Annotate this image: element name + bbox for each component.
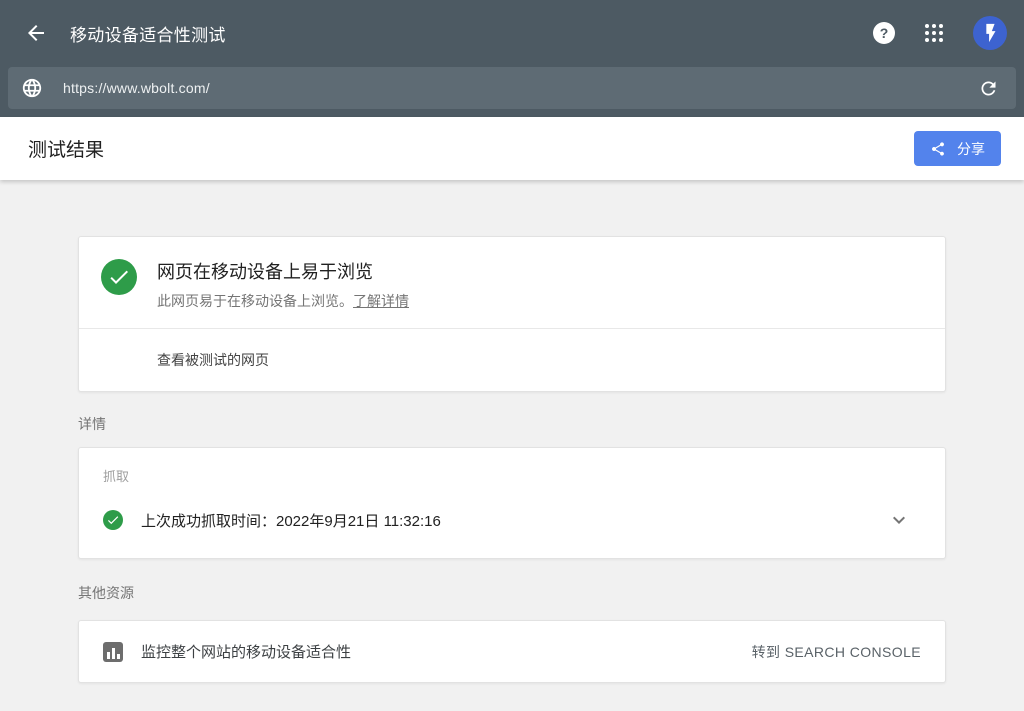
- resources-card: 监控整个网站的移动设备适合性 转到 SEARCH CONSOLE: [78, 620, 946, 683]
- result-title: 网页在移动设备上易于浏览: [157, 260, 409, 284]
- result-subtitle: 此网页易于在移动设备上浏览。了解详情: [157, 291, 409, 311]
- view-tested-page-row[interactable]: 查看被测试的网页: [79, 329, 945, 391]
- url-bar[interactable]: https://www.wbolt.com/: [8, 67, 1016, 109]
- share-button-label: 分享: [957, 139, 985, 159]
- crawl-status-text: 上次成功抓取时间：2022年9月21日 11:32:16: [141, 510, 441, 531]
- results-titlebar: 测试结果 分享: [0, 117, 1024, 180]
- bar-chart-icon: [103, 642, 123, 662]
- result-card: 网页在移动设备上易于浏览 此网页易于在移动设备上浏览。了解详情 查看被测试的网页: [78, 236, 946, 392]
- app-header: 移动设备适合性测试 ? https://www.wbolt.com/: [0, 0, 1024, 117]
- content-area: 网页在移动设备上易于浏览 此网页易于在移动设备上浏览。了解详情 查看被测试的网页…: [0, 180, 1024, 683]
- globe-icon: [21, 77, 43, 99]
- appbar-top-row: 移动设备适合性测试 ?: [0, 0, 1024, 66]
- url-text[interactable]: https://www.wbolt.com/: [63, 80, 978, 96]
- page-title: 测试结果: [28, 135, 914, 162]
- share-button[interactable]: 分享: [914, 131, 1001, 166]
- crawl-label: 抓取: [103, 466, 921, 485]
- go-to-search-console-link[interactable]: 转到 SEARCH CONSOLE: [752, 642, 921, 662]
- details-section-label: 详情: [78, 416, 946, 433]
- appbar-actions: ?: [873, 16, 1007, 50]
- refresh-icon[interactable]: [978, 78, 999, 99]
- learn-more-link[interactable]: 了解详情: [353, 293, 409, 309]
- crawl-card: 抓取 上次成功抓取时间：2022年9月21日 11:32:16: [78, 447, 946, 559]
- app-title: 移动设备适合性测试: [70, 21, 873, 46]
- result-subtitle-text: 此网页易于在移动设备上浏览。: [157, 293, 353, 309]
- resources-section-label: 其他资源: [78, 585, 946, 602]
- result-summary: 网页在移动设备上易于浏览 此网页易于在移动设备上浏览。了解详情: [79, 237, 945, 328]
- help-icon[interactable]: ?: [873, 22, 895, 44]
- share-icon: [930, 141, 946, 157]
- account-avatar-lightning-icon[interactable]: [973, 16, 1007, 50]
- back-icon[interactable]: [24, 21, 48, 45]
- resource-row: 监控整个网站的移动设备适合性 转到 SEARCH CONSOLE: [79, 621, 945, 682]
- crawl-success-check-icon: [103, 510, 123, 530]
- success-check-icon: [101, 259, 137, 295]
- chevron-down-icon[interactable]: [887, 508, 911, 532]
- apps-grid-icon[interactable]: [925, 24, 943, 42]
- result-text-block: 网页在移动设备上易于浏览 此网页易于在移动设备上浏览。了解详情: [157, 259, 409, 311]
- crawl-status-row[interactable]: 上次成功抓取时间：2022年9月21日 11:32:16: [103, 502, 921, 538]
- resource-item-label: 监控整个网站的移动设备适合性: [141, 641, 351, 662]
